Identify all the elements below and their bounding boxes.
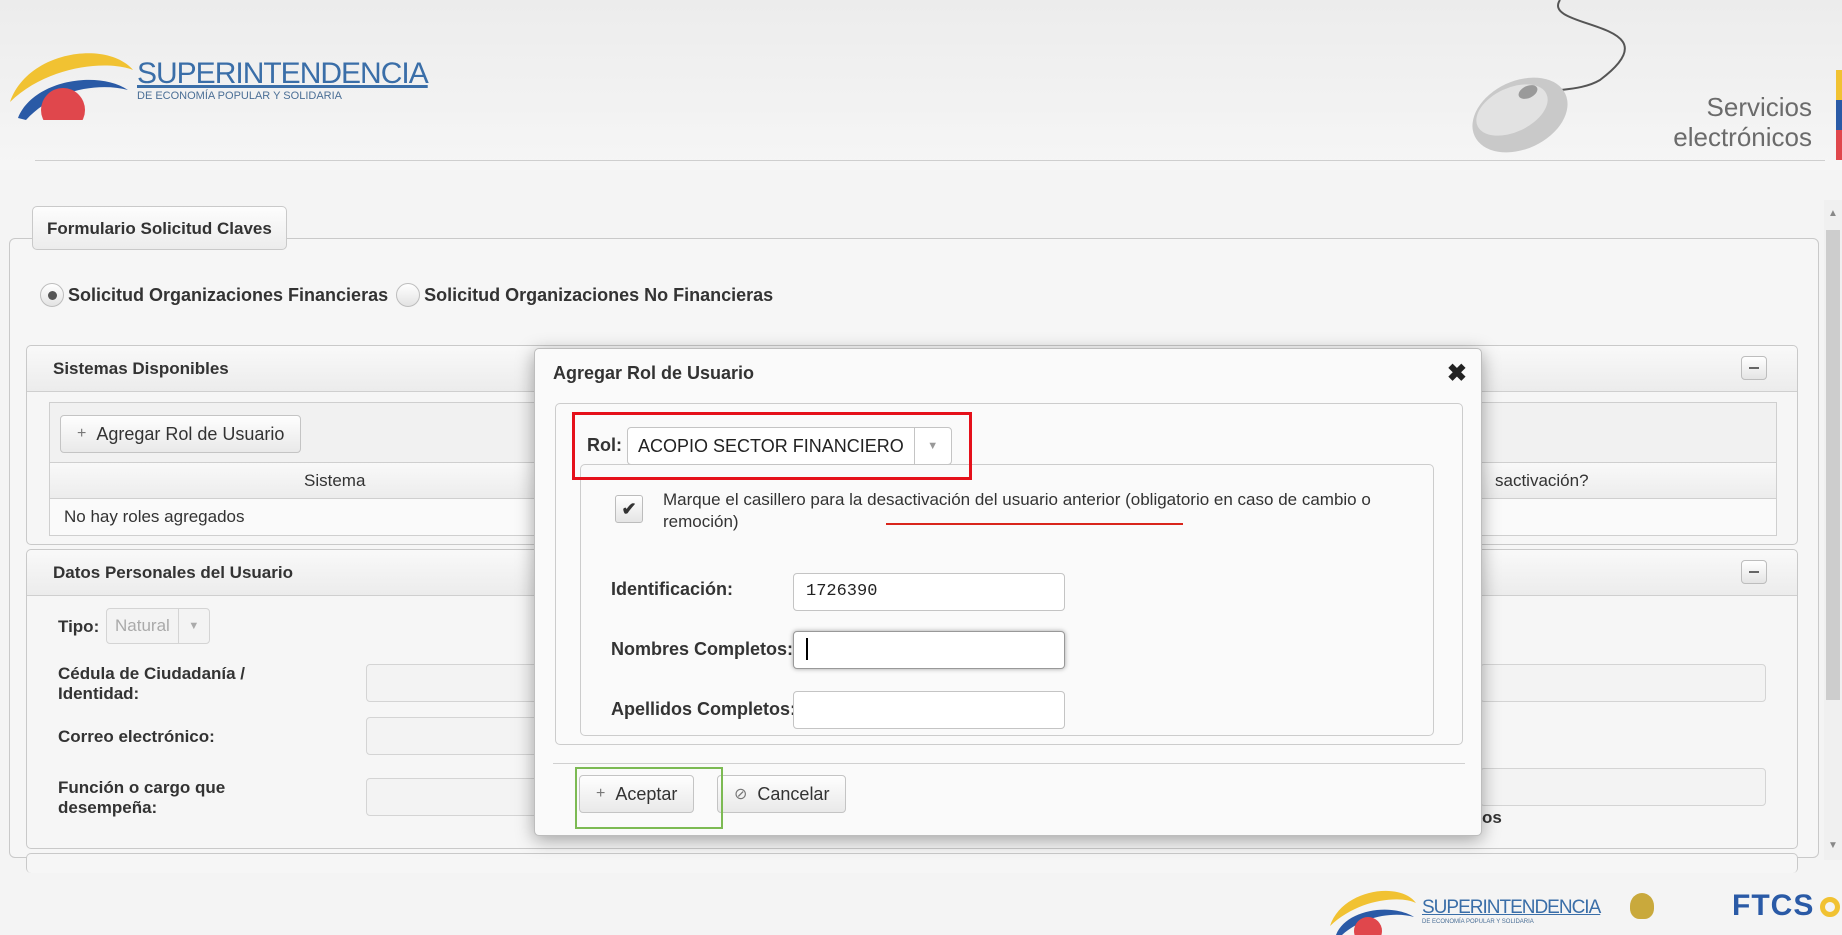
plus-icon: + [77, 425, 87, 442]
logo-subtitle: DE ECONOMÍA POPULAR Y SOLIDARIA [137, 90, 342, 102]
radio-financieras[interactable] [40, 283, 64, 307]
sistemas-collapse-button[interactable] [1741, 356, 1767, 380]
rol-label: Rol: [587, 435, 622, 455]
close-icon[interactable]: ✖ [1447, 359, 1467, 388]
ecuador-seal-icon [1630, 893, 1654, 919]
correo-input[interactable] [366, 717, 546, 755]
cedula-label: Cédula de Ciudadanía / Identidad: [58, 664, 246, 703]
deactivate-previous-checkbox[interactable]: ✔ [615, 495, 643, 523]
tipo-select[interactable]: Natural ▼ [106, 608, 210, 644]
apellidos-label: Apellidos Completos: [611, 699, 797, 719]
rol-highlight-annotation: Rol: ACOPIO SECTOR FINANCIERO ▼ [572, 412, 972, 480]
red-underline-annotation [886, 523, 1183, 525]
ftcs-logo: FTCS [1732, 889, 1815, 922]
nombres-input[interactable] [793, 631, 1065, 669]
funcion-input[interactable] [366, 778, 546, 816]
scroll-down-icon[interactable]: ▼ [1828, 840, 1838, 851]
cancel-icon: ⊘ [734, 786, 748, 803]
check-icon: ✔ [621, 498, 637, 519]
text-caret [806, 637, 808, 660]
org-type-radio-group: Solicitud Organizaciones Financieras Sol… [40, 283, 773, 307]
mouse-icon [1472, 0, 1626, 153]
radio-financieras-label[interactable]: Solicitud Organizaciones Financieras [68, 285, 388, 306]
col-desactivacion[interactable]: sactivación? [1495, 463, 1589, 499]
identificacion-input[interactable]: 1726390 [793, 573, 1065, 611]
cedula-input[interactable] [366, 664, 546, 702]
deactivate-highlight-text: desactivación del usuario anterior [867, 490, 1121, 509]
add-role-button[interactable]: + Agregar Rol de Usuario [60, 415, 302, 453]
logo-title: SUPERINTENDENCIA [137, 57, 429, 90]
footer-superintendencia-logo [1330, 890, 1416, 935]
services-title: Servicios electrónicos [1673, 92, 1812, 152]
rol-select[interactable]: ACOPIO SECTOR FINANCIERO ▼ [627, 427, 952, 465]
nombres-label: Nombres Completos: [611, 639, 794, 659]
correo-label: Correo electrónico: [58, 727, 215, 746]
deactivate-instructions: Marque el casillero para la desactivació… [663, 490, 1371, 531]
footer-logos: SUPERINTENDENCIA DE ECONOMÍA POPULAR Y S… [1330, 875, 1842, 935]
partial-label: os [1482, 808, 1502, 827]
scroll-up-icon[interactable]: ▲ [1828, 208, 1838, 219]
radio-no-financieras[interactable] [396, 283, 421, 307]
scrollbar-thumb[interactable] [1826, 230, 1840, 700]
accept-highlight-annotation [575, 767, 723, 829]
tipo-label: Tipo: [58, 617, 100, 636]
ftcs-sun-icon [1820, 897, 1840, 917]
dialog-title: Agregar Rol de Usuario [553, 363, 755, 383]
page-header: SUPERINTENDENCIA DE ECONOMÍA POPULAR Y S… [0, 0, 1842, 170]
radio-no-financieras-label[interactable]: Solicitud Organizaciones No Financieras [424, 285, 773, 306]
dialog-body: ✔ Marque el casillero para la desactivac… [555, 403, 1463, 745]
datos-collapse-button[interactable] [1741, 560, 1767, 584]
funcion-label: Función o cargo que desempeña: [58, 778, 226, 817]
next-panel [26, 853, 1798, 873]
cancel-button[interactable]: ⊘ Cancelar [717, 775, 847, 813]
form-legend: Formulario Solicitud Claves [32, 206, 287, 250]
user-details-box: ✔ Marque el casillero para la desactivac… [580, 464, 1434, 736]
funcion-input-right[interactable] [1480, 768, 1766, 806]
footer-logo-title: SUPERINTENDENCIA [1422, 897, 1601, 918]
cedula-input-right[interactable] [1480, 664, 1766, 702]
apellidos-input[interactable] [793, 691, 1065, 729]
identificacion-label: Identificación: [611, 579, 734, 599]
page-scrollbar[interactable]: ▲ ▼ [1824, 200, 1842, 860]
dialog-footer-divider [553, 763, 1465, 764]
header-divider [35, 160, 1825, 161]
add-role-dialog: Agregar Rol de Usuario ✖ ✔ Marque el cas… [534, 348, 1482, 836]
chevron-down-icon: ▼ [927, 440, 939, 452]
chevron-down-icon: ▼ [188, 620, 200, 632]
footer-logo-subtitle: DE ECONOMÍA POPULAR Y SOLIDARIA [1422, 919, 1534, 925]
flag-stripe [1836, 70, 1842, 160]
col-sistema[interactable]: Sistema [304, 463, 365, 499]
